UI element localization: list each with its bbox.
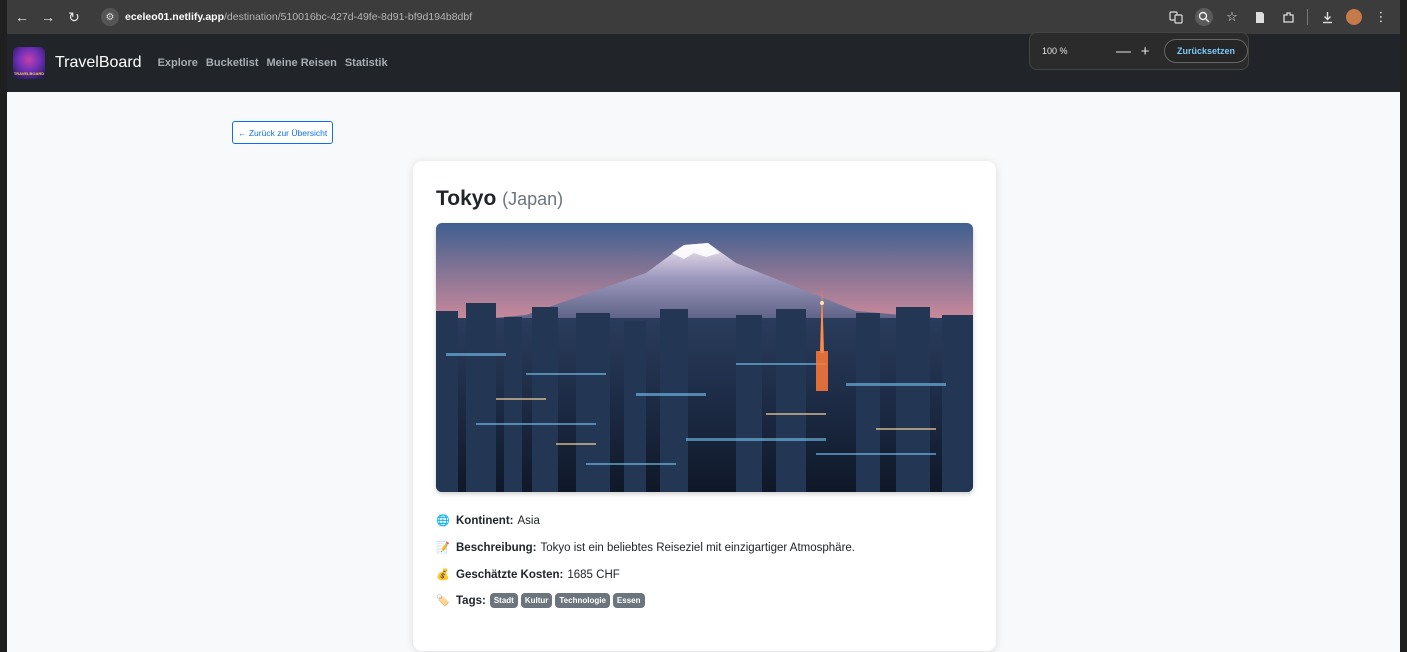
continent-label: Kontinent:: [456, 514, 514, 527]
extensions-icon[interactable]: [1279, 8, 1297, 26]
travelboard-logo[interactable]: TRAVELBOARD: [13, 47, 45, 79]
tag-badge-stadt[interactable]: Stadt: [489, 593, 518, 608]
brand-name[interactable]: TravelBoard: [55, 54, 142, 72]
nav-link-bucketlist[interactable]: Bucketlist: [206, 57, 259, 69]
toolbar-divider: [1307, 9, 1308, 25]
back-to-overview-button[interactable]: ← Zurück zur Übersicht: [232, 121, 334, 144]
destination-image: [436, 223, 973, 492]
tag-icon: 🏷️: [436, 595, 450, 607]
nav-link-meine-reisen[interactable]: Meine Reisen: [267, 57, 337, 69]
country-name: (Japan): [502, 189, 564, 209]
nav-links: Explore Bucketlist Meine Reisen Statisti…: [158, 57, 388, 69]
description-row: 📝 Beschreibung: Tokyo ist ein beliebtes …: [436, 541, 855, 555]
continent-value: Asia: [517, 514, 540, 527]
nav-link-statistik[interactable]: Statistik: [345, 57, 388, 69]
zoom-popup: 100 % — + Zurücksetzen: [1029, 32, 1249, 70]
site-settings-icon[interactable]: ⚙: [101, 8, 119, 26]
zoom-reset-button[interactable]: Zurücksetzen: [1163, 39, 1248, 63]
browser-actions: ☆ ⋮: [1167, 0, 1390, 34]
description-value: Tokyo ist ein beliebtes Reiseziel mit ei…: [540, 541, 855, 554]
reading-list-icon[interactable]: [1251, 8, 1269, 26]
cost-value: 1685 CHF: [567, 568, 620, 581]
destination-title: Tokyo (Japan): [436, 187, 563, 211]
tag-badge-kultur[interactable]: Kultur: [520, 593, 553, 608]
translate-icon[interactable]: [1167, 8, 1185, 26]
tags-row: 🏷️ Tags: Stadt Kultur Technologie Essen: [436, 593, 645, 608]
more-menu-icon[interactable]: ⋮: [1372, 8, 1390, 26]
tags-label: Tags:: [456, 594, 486, 607]
cost-label: Geschätzte Kosten:: [456, 568, 564, 581]
url-host: eceleo01.netlify.app: [125, 11, 225, 23]
address-bar[interactable]: ⚙ eceleo01.netlify.app/destination/51001…: [93, 5, 1103, 29]
url-path: /destination/510016bc-427d-49fe-8d91-bf9…: [224, 11, 473, 23]
city-name: Tokyo: [436, 187, 497, 210]
destination-card: Tokyo (Japan) 🌐 Kontinent: Asia 📝 Beschr…: [413, 161, 996, 651]
download-icon[interactable]: [1318, 8, 1336, 26]
zoom-level: 100 %: [1042, 46, 1068, 56]
memo-icon: 📝: [436, 542, 450, 554]
back-arrow-icon[interactable]: ←: [11, 6, 33, 28]
main-content: ← Zurück zur Übersicht Tokyo (Japan) 🌐 K…: [7, 92, 1400, 652]
browser-window: ← → ↻ ⚙ eceleo01.netlify.app/destination…: [7, 0, 1400, 652]
profile-avatar-icon[interactable]: [1346, 9, 1362, 25]
continent-row: 🌐 Kontinent: Asia: [436, 514, 540, 528]
forward-arrow-icon[interactable]: →: [37, 6, 59, 28]
tag-badge-essen[interactable]: Essen: [612, 593, 645, 608]
tag-badge-technologie[interactable]: Technologie: [555, 593, 610, 608]
bookmark-star-icon[interactable]: ☆: [1223, 8, 1241, 26]
cost-row: 💰 Geschätzte Kosten: 1685 CHF: [436, 568, 620, 582]
tag-list: Stadt Kultur Technologie Essen: [489, 593, 645, 608]
logo-text: TRAVELBOARD: [13, 71, 45, 76]
zoom-in-button[interactable]: +: [1136, 43, 1154, 60]
browser-toolbar: ← → ↻ ⚙ eceleo01.netlify.app/destination…: [7, 0, 1400, 34]
money-bag-icon: 💰: [436, 569, 450, 581]
description-label: Beschreibung:: [456, 541, 537, 554]
globe-icon: 🌐: [436, 515, 450, 527]
reload-icon[interactable]: ↻: [63, 6, 85, 28]
zoom-out-button[interactable]: —: [1115, 43, 1133, 60]
nav-link-explore[interactable]: Explore: [158, 57, 198, 69]
zoom-icon[interactable]: [1195, 8, 1213, 26]
